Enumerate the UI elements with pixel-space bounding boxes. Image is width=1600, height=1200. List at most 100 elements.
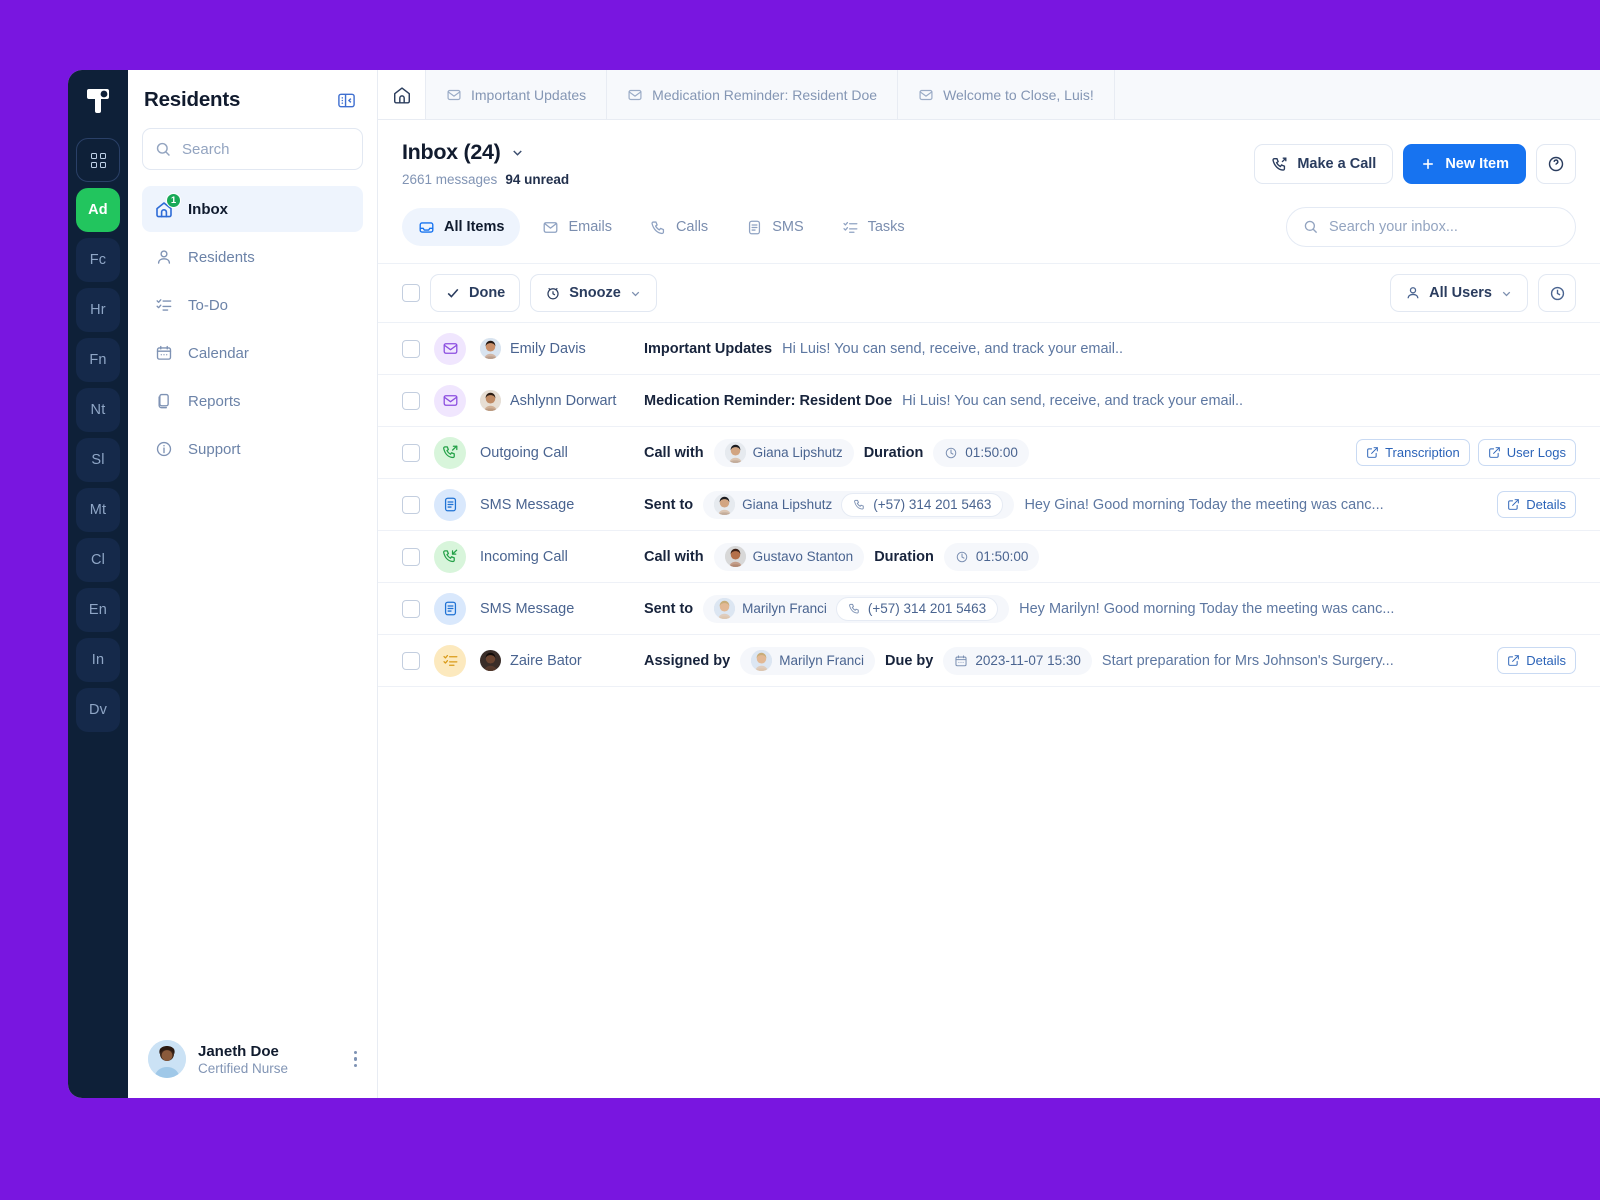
page-title[interactable]: Inbox (24) <box>402 140 1254 165</box>
filter-chip-all-items[interactable]: All Items <box>402 208 521 246</box>
inbox-search-input[interactable]: Search your inbox... <box>1286 207 1576 247</box>
row-action-label: Details <box>1526 497 1566 512</box>
workspace-in[interactable]: In <box>76 638 120 682</box>
chevron-down-icon[interactable] <box>510 145 525 160</box>
row-contact-pill[interactable]: Giana Lipshutz (+57) 314 201 5463 <box>703 490 1015 519</box>
inbox-row[interactable]: Outgoing Call Call with Giana Lipshutz Dur… <box>378 427 1600 479</box>
filter-chip-calls[interactable]: Calls <box>634 208 724 246</box>
alarm-clock-icon <box>547 287 559 300</box>
row-action-details[interactable]: Details <box>1497 491 1576 518</box>
inbox-row[interactable]: Emily Davis Important Updates Hi Luis! You… <box>378 323 1600 375</box>
row-label: Zaire Bator <box>480 650 630 671</box>
row-duration-pill: 01:50:00 <box>933 438 1029 467</box>
workspace-sl[interactable]: Sl <box>76 438 120 482</box>
panel-collapse-icon[interactable] <box>335 89 357 111</box>
sidebar-search[interactable]: Search <box>142 128 363 170</box>
sidebar-item-label: Support <box>188 440 241 458</box>
row-checkbox[interactable] <box>402 495 420 514</box>
workspace-cl[interactable]: Cl <box>76 538 120 582</box>
zaire-bator-avatar <box>480 650 501 671</box>
sidebar-item-residents[interactable]: Residents <box>142 234 363 280</box>
row-action-user-logs[interactable]: User Logs <box>1477 439 1576 466</box>
sidebar-item-to-do[interactable]: To-Do <box>142 282 363 328</box>
more-options-icon[interactable] <box>1536 144 1576 184</box>
row-phone-number: (+57) 314 201 5463 <box>873 497 992 512</box>
new-item-button[interactable]: New Item <box>1403 144 1526 184</box>
filter-chip-label: Calls <box>675 219 709 235</box>
workspace-mt[interactable]: Mt <box>76 488 120 532</box>
row-checkbox[interactable] <box>402 339 420 358</box>
external-link-icon <box>1507 498 1520 511</box>
row-action-details[interactable]: Details <box>1497 647 1576 674</box>
row-contact-pill[interactable]: Marilyn Franci (+57) 314 201 5463 <box>703 594 1010 623</box>
row-checkbox[interactable] <box>402 599 420 618</box>
inbox-row[interactable]: SMS Message Sent to Marilyn Franci (+57) 3… <box>378 583 1600 635</box>
sidebar-header: Residents <box>128 70 377 124</box>
workspace-dv[interactable]: Dv <box>76 688 120 732</box>
workspace-fn[interactable]: Fn <box>76 338 120 382</box>
sidebar-item-reports[interactable]: Reports <box>142 378 363 424</box>
message-icon <box>746 219 763 236</box>
workspace-ad-label: Ad <box>88 202 108 218</box>
tab-1[interactable]: Medication Reminder: Resident Doe <box>607 70 899 119</box>
make-a-call-button[interactable]: Make a Call <box>1254 144 1394 184</box>
sidebar-user-card[interactable]: Janeth Doe Certified Nurse <box>128 1026 377 1098</box>
grid-menu[interactable] <box>76 138 120 182</box>
inbox-search-placeholder: Search your inbox... <box>1329 219 1458 235</box>
sidebar-item-label: Inbox <box>188 200 228 218</box>
row-contact-name: Marilyn Franci <box>779 653 864 668</box>
workspace-ad[interactable]: Ad <box>76 188 120 232</box>
clock-filter-button[interactable] <box>1538 274 1576 312</box>
row-contact-pill[interactable]: Marilyn Franci <box>740 646 875 675</box>
workspace-en[interactable]: En <box>76 588 120 632</box>
sidebar-item-support[interactable]: Support <box>142 426 363 472</box>
open-tabs: Important Updates Medication Reminder: Re… <box>426 70 1115 119</box>
row-action-transcription[interactable]: Transcription <box>1356 439 1470 466</box>
sidebar-nav: 1 Inbox Residents To-Do Calendar Reports Suppo… <box>128 186 377 472</box>
inbox-home-icon: 1 <box>154 193 181 219</box>
inbox-row[interactable]: Ashlynn Dorwart Medication Reminder: Resi… <box>378 375 1600 427</box>
rail-items: Ad Fc Hr Fn Nt Sl Mt Cl En In Dv <box>76 138 120 738</box>
row-label-text: Emily Davis <box>510 340 586 357</box>
row-checkbox[interactable] <box>402 443 420 462</box>
row-due-label: Due by <box>884 652 934 669</box>
inbox-row[interactable]: Incoming Call Call with Gustavo Stanton Du… <box>378 531 1600 583</box>
kebab-menu-icon[interactable] <box>353 1050 362 1068</box>
select-all-checkbox[interactable] <box>402 284 420 302</box>
inbox-row[interactable]: Zaire Bator Assigned by Marilyn Franci Due… <box>378 635 1600 687</box>
sidebar-item-inbox[interactable]: 1 Inbox <box>142 186 363 232</box>
chevron-down-icon[interactable] <box>1500 287 1513 300</box>
chevron-down-icon[interactable] <box>629 287 642 300</box>
sidebar-item-calendar[interactable]: Calendar <box>142 330 363 376</box>
done-button[interactable]: Done <box>430 274 521 312</box>
tab-0[interactable]: Important Updates <box>426 70 608 119</box>
row-contact-pill[interactable]: Giana Lipshutz <box>713 438 854 467</box>
filter-chip-tasks[interactable]: Tasks <box>826 208 921 246</box>
workspace-fc[interactable]: Fc <box>76 238 120 282</box>
workspace-dv-label: Dv <box>88 702 108 718</box>
row-checkbox[interactable] <box>402 391 420 410</box>
filter-chip-sms[interactable]: SMS <box>730 208 819 246</box>
row-label: SMS Message <box>480 497 630 513</box>
app-window: Ad Fc Hr Fn Nt Sl Mt Cl En In Dv Residents Search <box>68 70 1600 1098</box>
row-contact-pill[interactable]: Gustavo Stanton <box>713 542 865 571</box>
filter-chip-emails[interactable]: Emails <box>526 208 628 246</box>
row-field-label: Sent to <box>644 600 694 617</box>
clock-icon <box>944 446 958 460</box>
sidebar-title: Residents <box>144 88 241 111</box>
inbox-row[interactable]: SMS Message Sent to Giana Lipshutz (+57) 3… <box>378 479 1600 531</box>
workspace-nt[interactable]: Nt <box>76 388 120 432</box>
home-icon[interactable] <box>378 70 426 119</box>
row-checkbox[interactable] <box>402 547 420 566</box>
tab-label: Medication Reminder: Resident Doe <box>652 86 878 103</box>
tab-label: Welcome to Close, Luis! <box>943 86 1094 103</box>
all-users-filter[interactable]: All Users <box>1390 274 1528 312</box>
envelope-check-icon <box>446 87 462 103</box>
row-contact-name: Marilyn Franci <box>742 601 827 616</box>
row-checkbox[interactable] <box>402 651 420 670</box>
tab-2[interactable]: Welcome to Close, Luis! <box>898 70 1115 119</box>
workspace-hr[interactable]: Hr <box>76 288 120 332</box>
plus-icon <box>1423 159 1434 169</box>
envelope-check-icon <box>434 384 466 417</box>
snooze-button[interactable]: Snooze <box>530 274 657 312</box>
